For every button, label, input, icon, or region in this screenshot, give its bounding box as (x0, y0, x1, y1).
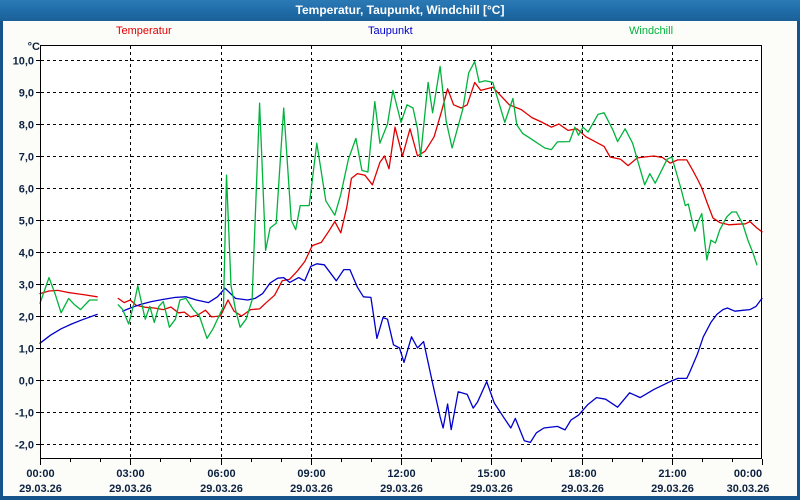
svg-text:21:00: 21:00 (658, 468, 686, 480)
svg-text:3,0: 3,0 (19, 280, 34, 292)
legend-windchill: Windchill (629, 25, 673, 37)
svg-text:29.03.26: 29.03.26 (561, 483, 604, 495)
svg-text:29.03.26: 29.03.26 (380, 483, 423, 495)
svg-text:29.03.26: 29.03.26 (470, 483, 513, 495)
svg-text:5,0: 5,0 (19, 216, 34, 228)
chart-canvas: 10,0 9,0 8,0 7,0 6,0 5,0 4,0 3,0 2,0 1,0 0,0 -1,0 -2… (0, 0, 800, 500)
svg-text:29.03.26: 29.03.26 (651, 483, 694, 495)
svg-text:1,0: 1,0 (19, 344, 34, 356)
svg-text:03:00: 03:00 (116, 468, 144, 480)
svg-text:9,0: 9,0 (19, 88, 34, 100)
svg-text:-1,0: -1,0 (15, 408, 34, 420)
svg-text:30.03.26: 30.03.26 (727, 483, 770, 495)
app-window: Temperatur, Taupunkt, Windchill [°C] 10,… (0, 0, 800, 500)
svg-text:15:00: 15:00 (477, 468, 505, 480)
legend-temperatur: Temperatur (116, 25, 172, 37)
svg-text:0,0: 0,0 (19, 376, 34, 388)
svg-text:06:00: 06:00 (207, 468, 235, 480)
y-axis-unit-label: °C (20, 41, 40, 53)
svg-text:12:00: 12:00 (387, 468, 415, 480)
svg-text:29.03.26: 29.03.26 (290, 483, 333, 495)
svg-text:29.03.26: 29.03.26 (19, 483, 62, 495)
svg-text:29.03.26: 29.03.26 (200, 483, 243, 495)
svg-text:29.03.26: 29.03.26 (109, 483, 152, 495)
svg-text:00:00: 00:00 (26, 468, 54, 480)
svg-text:-2,0: -2,0 (15, 440, 34, 452)
window-border-left (0, 21, 3, 500)
window-border-bottom (0, 496, 800, 500)
svg-text:8,0: 8,0 (19, 120, 34, 132)
svg-text:4,0: 4,0 (19, 248, 34, 260)
svg-text:10,0: 10,0 (13, 56, 34, 68)
svg-text:09:00: 09:00 (297, 468, 325, 480)
svg-text:6,0: 6,0 (19, 184, 34, 196)
legend-taupunkt: Taupunkt (368, 25, 413, 37)
svg-text:7,0: 7,0 (19, 152, 34, 164)
svg-text:2,0: 2,0 (19, 312, 34, 324)
svg-text:18:00: 18:00 (568, 468, 596, 480)
svg-text:00:00: 00:00 (734, 468, 762, 480)
